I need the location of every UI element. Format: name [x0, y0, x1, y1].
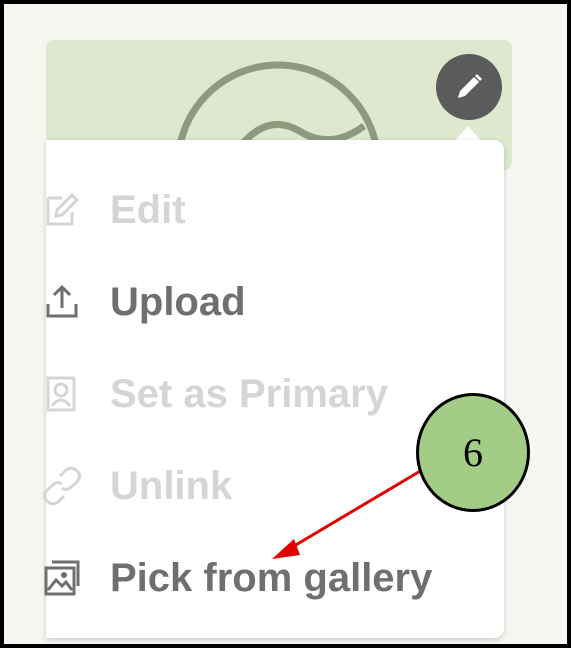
- screenshot-frame: Edit Upload Set as Primary Unlink Pick f…: [0, 0, 571, 648]
- step-number: 6: [463, 430, 483, 475]
- callout-arrow: [272, 468, 423, 559]
- step-number-callout: 6: [416, 393, 530, 512]
